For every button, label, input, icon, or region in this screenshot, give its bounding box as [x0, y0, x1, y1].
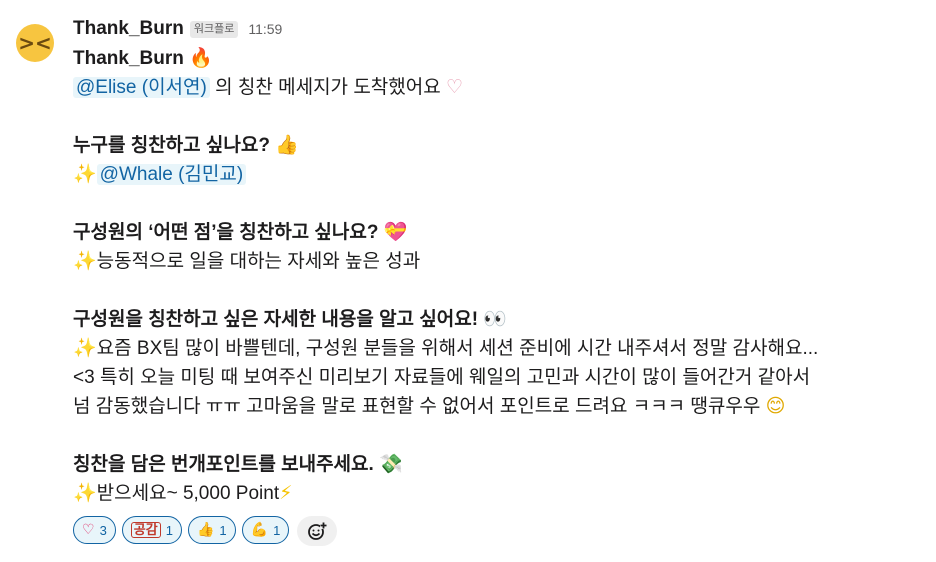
- q4-answer: 받으세요~ 5,000 Point: [96, 483, 280, 504]
- q3-answer-1: 요즘 BX팀 많이 바쁠텐데, 구성원 분들을 위해서 세션 준비에 시간 내주…: [96, 338, 819, 359]
- message-body: Thank_Burn 워크플로 11:59 Thank_Burn 🔥 @Elis…: [73, 14, 916, 546]
- q3-answer-line-1: ✨요즘 BX팀 많이 바쁠텐데, 구성원 분들을 위해서 세션 준비에 시간 내…: [73, 334, 916, 363]
- thumbs-up-icon: 👍: [275, 134, 299, 156]
- sparkles-icon: ✨: [73, 482, 97, 504]
- q3-line: 구성원을 칭찬하고 싶은 자세한 내용을 알고 싶어요! 👀: [73, 305, 916, 334]
- sender-avatar[interactable]: ><: [16, 24, 54, 62]
- q3-question: 구성원을 칭찬하고 싶은 자세한 내용을 알고 싶어요!: [73, 309, 479, 330]
- q3-answer-3: 넘 감동했습니다 ㅠㅠ 고마움을 말로 표현할 수 없어서 포인트로 드려요 ㅋ…: [73, 396, 761, 417]
- q1-answer-line: ✨ @Whale (김민교): [73, 160, 916, 189]
- reaction-thumbs-up[interactable]: 👍 1: [187, 516, 236, 544]
- reaction-count: 1: [165, 522, 173, 538]
- sparkles-icon: ✨: [73, 337, 97, 359]
- q3-answer-2: <3 특히 오늘 미팅 때 보여주신 미리보기 자료들에 웨일의 고민과 시간이…: [73, 367, 811, 388]
- reaction-gonggam[interactable]: 공감 1: [121, 516, 182, 544]
- message-title: Thank_Burn: [73, 48, 184, 69]
- reaction-bar: ♡ 3 공감 1 👍 1 💪 1: [73, 516, 916, 546]
- q1-line: 누구를 칭찬하고 싶나요? 👍: [73, 131, 916, 160]
- fire-icon: 🔥: [189, 47, 213, 69]
- money-with-wings-icon: 💸: [379, 453, 403, 475]
- timestamp[interactable]: 11:59: [248, 21, 282, 37]
- reaction-muscle[interactable]: 💪 1: [241, 516, 290, 544]
- sparkles-icon: ✨: [73, 163, 97, 185]
- mention-elise[interactable]: @Elise (이서연): [73, 77, 210, 98]
- q1-question: 누구를 칭찬하고 싶나요?: [73, 135, 270, 156]
- q4-question: 칭찬을 담은 번개포인트를 보내주세요.: [73, 454, 374, 475]
- reaction-heart[interactable]: ♡ 3: [73, 516, 116, 544]
- sparkles-icon: ✨: [73, 250, 97, 272]
- message-header: Thank_Burn 워크플로 11:59: [73, 14, 916, 44]
- reaction-count: 1: [273, 522, 281, 538]
- smiling-face-icon: 😊: [765, 395, 786, 417]
- sender-name[interactable]: Thank_Burn: [73, 18, 184, 40]
- q2-line: 구성원의 ‘어떤 점’을 칭찬하고 싶나요? 💝: [73, 218, 916, 247]
- q4-line: 칭찬을 담은 번개포인트를 보내주세요. 💸: [73, 450, 916, 479]
- q2-question: 구성원의 ‘어떤 점’을 칭찬하고 싶나요?: [73, 222, 379, 243]
- thumbs-up-icon: 👍: [196, 522, 215, 538]
- heart-outline-icon: ♡: [82, 522, 95, 538]
- message-title-line: Thank_Burn 🔥: [73, 44, 916, 73]
- q3-answer-line-2: <3 특히 오늘 미팅 때 보여주신 미리보기 자료들에 웨일의 고민과 시간이…: [73, 363, 916, 392]
- q4-answer-line: ✨받으세요~ 5,000 Point⚡: [73, 479, 916, 508]
- grinning-squinting-face-icon: ><: [18, 31, 52, 55]
- mention-line: @Elise (이서연) 의 칭찬 메세지가 도착했어요 ♡: [73, 73, 916, 102]
- heart-hands-icon: ♡: [446, 76, 464, 98]
- q2-answer: 능동적으로 일을 대하는 자세와 높은 성과: [96, 251, 421, 272]
- heart-with-ribbon-icon: 💝: [383, 221, 408, 243]
- q3-answer-line-3: 넘 감동했습니다 ㅠㅠ 고마움을 말로 표현할 수 없어서 포인트로 드려요 ㅋ…: [73, 392, 916, 421]
- reaction-count: 1: [219, 522, 227, 538]
- eyes-icon: 👀: [483, 308, 508, 330]
- lightning-icon: ⚡: [279, 482, 293, 504]
- flexed-biceps-icon: 💪: [250, 522, 269, 538]
- arrival-text: 의 칭찬 메세지가 도착했어요: [209, 77, 441, 98]
- add-reaction-icon: [308, 522, 328, 540]
- q2-answer-line: ✨능동적으로 일을 대하는 자세와 높은 성과: [73, 247, 916, 276]
- mention-whale[interactable]: @Whale (김민교): [96, 164, 247, 185]
- gonggam-text-icon: 공감: [130, 522, 161, 538]
- add-reaction-button[interactable]: [297, 516, 338, 546]
- app-badge: 워크플로: [189, 20, 239, 38]
- reaction-count: 3: [99, 522, 107, 538]
